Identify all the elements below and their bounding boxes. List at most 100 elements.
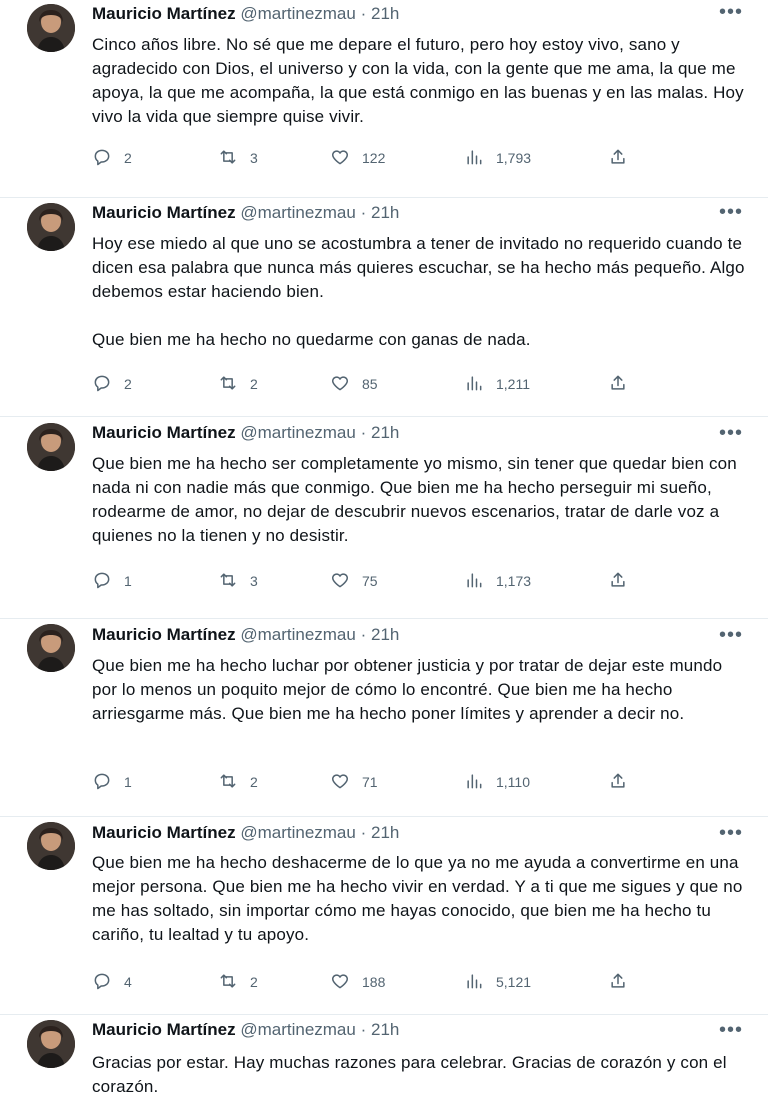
like-button[interactable]: 122: [330, 147, 385, 169]
more-icon[interactable]: •••: [719, 1020, 743, 1042]
author-name[interactable]: Mauricio Martínez: [92, 423, 236, 442]
avatar[interactable]: [27, 624, 75, 672]
reply-button[interactable]: 1: [92, 771, 132, 793]
like-button[interactable]: 188: [330, 971, 385, 993]
like-count: 85: [362, 376, 378, 392]
views-count: 1,793: [496, 150, 532, 166]
reply-button[interactable]: 2: [92, 373, 132, 395]
author-name[interactable]: Mauricio Martínez: [92, 823, 236, 842]
tweet-text: Hoy ese miedo al que uno se acostumbra a…: [92, 234, 745, 349]
retweet-count: 2: [250, 974, 258, 990]
reply-icon: [92, 971, 112, 994]
retweet-button[interactable]: 3: [218, 147, 258, 169]
reply-icon: [92, 147, 112, 170]
reply-button[interactable]: 4: [92, 971, 132, 993]
reply-button[interactable]: 1: [92, 570, 132, 592]
more-icon[interactable]: •••: [719, 823, 743, 845]
author-name[interactable]: Mauricio Martínez: [92, 1020, 236, 1039]
more-icon[interactable]: •••: [719, 2, 743, 24]
views-button[interactable]: 1,211: [464, 373, 530, 395]
reply-count: 1: [124, 774, 132, 790]
separator-dot: ·: [360, 423, 367, 442]
like-icon: [330, 373, 350, 396]
tweet-header: Mauricio Martínez @martinezmau · 21h: [92, 4, 399, 24]
retweet-icon: [218, 373, 238, 396]
tweet-header: Mauricio Martínez @martinezmau · 21h: [92, 625, 399, 645]
views-icon: [464, 971, 484, 994]
views-button[interactable]: 5,121: [464, 971, 531, 993]
retweet-button[interactable]: 2: [218, 971, 258, 993]
tweet-time[interactable]: 21h: [371, 823, 399, 842]
avatar[interactable]: [27, 203, 75, 251]
avatar[interactable]: [27, 1020, 75, 1068]
tweet-text: Que bien me ha hecho luchar por obtener …: [92, 656, 723, 723]
tweet-text: Que bien me ha hecho ser completamente y…: [92, 454, 737, 545]
more-icon[interactable]: •••: [719, 625, 743, 647]
share-icon: [608, 570, 628, 593]
reply-icon: [92, 771, 112, 794]
author-handle[interactable]: @martinezmau: [240, 1020, 356, 1039]
tweet-time[interactable]: 21h: [371, 423, 399, 442]
author-handle[interactable]: @martinezmau: [240, 625, 356, 644]
author-handle[interactable]: @martinezmau: [240, 4, 356, 23]
retweet-icon: [218, 971, 238, 994]
avatar[interactable]: [27, 4, 75, 52]
author-handle[interactable]: @martinezmau: [240, 423, 356, 442]
tweet[interactable]: Mauricio Martínez @martinezmau · 21h •••…: [0, 1015, 768, 1110]
tweet[interactable]: Mauricio Martínez @martinezmau · 21h •••…: [0, 0, 768, 198]
views-button[interactable]: 1,793: [464, 147, 531, 169]
retweet-count: 2: [250, 774, 258, 790]
views-icon: [464, 570, 484, 593]
views-count: 1,211: [496, 376, 530, 392]
share-button[interactable]: [608, 373, 628, 395]
views-button[interactable]: 1,110: [464, 771, 530, 793]
tweet-header: Mauricio Martínez @martinezmau · 21h: [92, 1020, 399, 1040]
tweet-time[interactable]: 21h: [371, 1020, 399, 1039]
like-button[interactable]: 85: [330, 373, 378, 395]
author-name[interactable]: Mauricio Martínez: [92, 625, 236, 644]
separator-dot: ·: [360, 1020, 367, 1039]
views-icon: [464, 147, 484, 170]
avatar[interactable]: [27, 822, 75, 870]
like-icon: [330, 570, 350, 593]
like-count: 71: [362, 774, 378, 790]
retweet-icon: [218, 771, 238, 794]
more-icon[interactable]: •••: [719, 202, 743, 224]
tweet-thread: Mauricio Martínez @martinezmau · 21h •••…: [0, 0, 768, 1110]
retweet-count: 2: [250, 376, 258, 392]
reply-count: 1: [124, 573, 132, 589]
like-count: 75: [362, 573, 378, 589]
tweet[interactable]: Mauricio Martínez @martinezmau · 21h •••…: [0, 817, 768, 1015]
like-button[interactable]: 75: [330, 570, 378, 592]
tweet[interactable]: Mauricio Martínez @martinezmau · 21h •••…: [0, 417, 768, 619]
like-button[interactable]: 71: [330, 771, 378, 793]
views-button[interactable]: 1,173: [464, 570, 531, 592]
retweet-button[interactable]: 3: [218, 570, 258, 592]
retweet-button[interactable]: 2: [218, 771, 258, 793]
like-count: 188: [362, 974, 386, 990]
reply-count: 2: [124, 376, 132, 392]
share-button[interactable]: [608, 771, 628, 793]
author-handle[interactable]: @martinezmau: [240, 203, 356, 222]
share-button[interactable]: [608, 147, 628, 169]
share-button[interactable]: [608, 971, 628, 993]
avatar[interactable]: [27, 423, 75, 471]
tweet-time[interactable]: 21h: [371, 4, 399, 23]
author-name[interactable]: Mauricio Martínez: [92, 4, 236, 23]
tweet-time[interactable]: 21h: [371, 625, 399, 644]
share-button[interactable]: [608, 570, 628, 592]
retweet-button[interactable]: 2: [218, 373, 258, 395]
views-count: 1,173: [496, 573, 532, 589]
separator-dot: ·: [360, 625, 367, 644]
retweet-count: 3: [250, 573, 258, 589]
more-icon[interactable]: •••: [719, 423, 743, 445]
author-handle[interactable]: @martinezmau: [240, 823, 356, 842]
author-name[interactable]: Mauricio Martínez: [92, 203, 236, 222]
tweet-header: Mauricio Martínez @martinezmau · 21h: [92, 423, 399, 443]
tweet[interactable]: Mauricio Martínez @martinezmau · 21h •••…: [0, 198, 768, 417]
tweet-time[interactable]: 21h: [371, 203, 399, 222]
reply-count: 4: [124, 974, 132, 990]
tweet[interactable]: Mauricio Martínez @martinezmau · 21h •••…: [0, 619, 768, 817]
tweet-actions: 1 2 71 1,110: [92, 771, 652, 793]
reply-button[interactable]: 2: [92, 147, 132, 169]
